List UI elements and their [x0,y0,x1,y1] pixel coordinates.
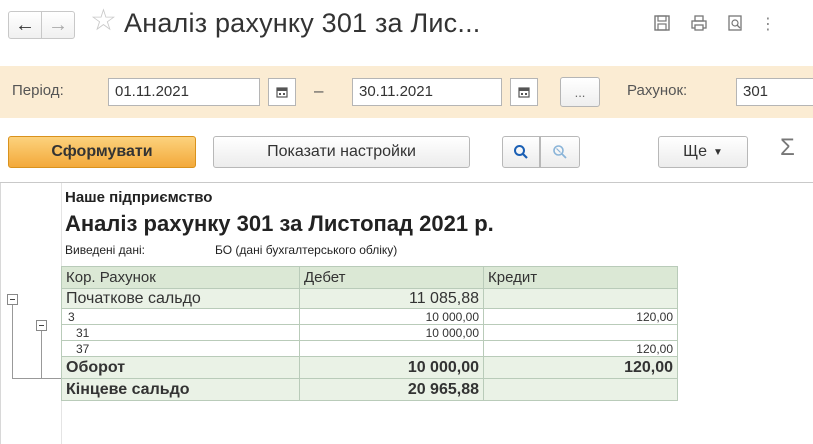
period-label: Період: [12,82,64,99]
account-cell[interactable]: Початкове сальдо [61,288,300,309]
debit-cell[interactable]: 20 965,88 [299,378,484,401]
tree-line [41,378,61,379]
window-title: Аналіз рахунку 301 за Лис... [124,8,481,38]
column-header: Дебет [299,266,484,289]
table-row: 37 120,00 [61,340,678,357]
report-area: Наше підприємство Аналіз рахунку 301 за … [0,182,813,444]
debit-cell[interactable] [299,340,484,357]
star-icon[interactable]: ☆ [90,6,117,36]
tree-line [12,300,13,378]
output-label: Виведені дані: [65,243,145,257]
account-cell[interactable]: 31 [61,324,300,341]
table-row: Кінцеве сальдо 20 965,88 [61,378,678,401]
period-to-field[interactable]: 30.11.2021 [352,78,502,106]
account-cell[interactable]: Оборот [61,356,300,379]
save-icon[interactable] [653,14,671,32]
search-button[interactable] [502,136,540,168]
forward-button[interactable]: → [41,11,75,39]
calendar-icon [276,87,288,98]
calendar-icon [518,87,530,98]
collapse-subgroup-icon[interactable] [36,320,47,331]
period-from-field[interactable]: 01.11.2021 [108,78,260,106]
print-icon[interactable] [690,14,708,32]
search-icon [514,145,528,159]
preview-icon[interactable] [726,14,744,32]
debit-cell[interactable]: 10 000,00 [299,308,484,325]
report-title: Аналіз рахунку 301 за Листопад 2021 р. [65,211,494,236]
credit-cell[interactable] [483,324,678,341]
account-cell[interactable]: Кінцеве сальдо [61,378,300,401]
debit-cell[interactable]: 11 085,88 [299,288,484,309]
credit-cell[interactable]: 120,00 [483,308,678,325]
period-select-button[interactable]: ... [560,77,600,107]
period-bar: Період: 01.11.2021 – 30.11.2021 ... Раху… [0,66,813,118]
table-row: Початкове сальдо 11 085,88 [61,288,678,309]
account-field[interactable]: 301 [736,78,813,106]
table-row: Оборот 10 000,00 120,00 [61,356,678,379]
chevron-down-icon: ▼ [713,146,723,158]
more-label: Ще [683,143,707,160]
arrow-right-icon: → [48,13,68,36]
column-header: Кредит [483,266,678,289]
account-label: Рахунок: [627,82,688,99]
org-name: Наше підприємство [65,189,213,206]
column-header: Кор. Рахунок [61,266,300,289]
table-row: 3 10 000,00 120,00 [61,308,678,325]
report-table: Кор. Рахунок Дебет Кредит Початкове саль… [61,266,678,401]
cancel-search-button[interactable] [540,136,580,168]
sigma-icon[interactable]: Σ [780,134,795,162]
debit-cell[interactable]: 10 000,00 [299,356,484,379]
more-button[interactable]: Ще ▼ [658,136,748,168]
generate-button[interactable]: Сформувати [8,136,196,168]
credit-cell[interactable]: 120,00 [483,340,678,357]
period-dash: – [314,81,324,100]
arrow-left-icon: ← [15,13,35,36]
collapse-group-icon[interactable] [7,294,18,305]
title-bar: ← → ☆ Аналіз рахунку 301 за Лис... ⋮ [0,0,813,56]
credit-cell[interactable] [483,378,678,401]
calendar-to-button[interactable] [510,78,538,106]
grid-line [0,183,1,444]
overflow-icon: ⋮ [760,16,776,33]
back-button[interactable]: ← [8,11,42,39]
table-header: Кор. Рахунок Дебет Кредит [61,266,678,289]
output-value: БО (дані бухгалтерського обліку) [215,243,398,257]
debit-cell[interactable]: 10 000,00 [299,324,484,341]
show-settings-button[interactable]: Показати настройки [213,136,470,168]
table-row: 31 10 000,00 [61,324,678,341]
tree-line [41,326,42,378]
credit-cell[interactable]: 120,00 [483,356,678,379]
clear-search-icon [553,145,567,159]
account-cell[interactable]: 3 [61,308,300,325]
credit-cell[interactable] [483,288,678,309]
calendar-from-button[interactable] [268,78,296,106]
account-cell[interactable]: 37 [61,340,300,357]
